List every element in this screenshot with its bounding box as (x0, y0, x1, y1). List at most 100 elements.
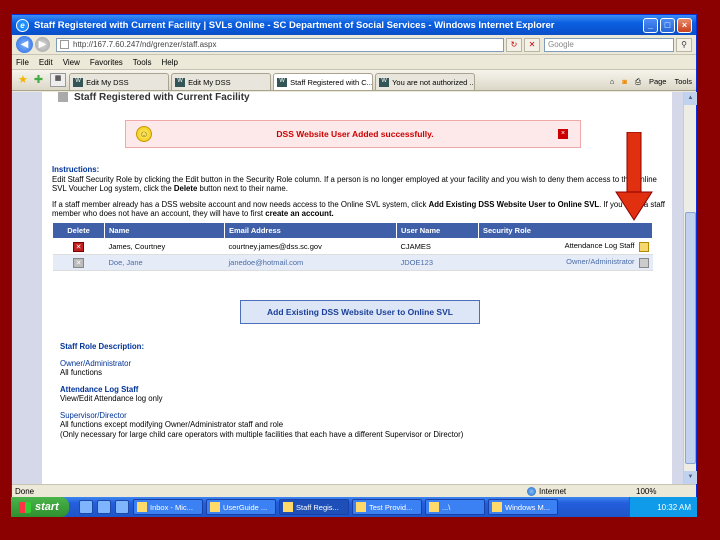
tab-page-icon: W (277, 77, 288, 87)
scroll-up-icon[interactable]: ▲ (684, 92, 697, 105)
zoom-level[interactable]: 100% (636, 487, 656, 496)
tab-staff-registered[interactable]: W Staff Registered with C... × (273, 73, 374, 90)
role-description-heading: Staff Role Description: (60, 342, 145, 351)
tab-not-authorized[interactable]: W You are not authorized ... (375, 73, 476, 90)
create-account-link[interactable]: create an account. (265, 209, 333, 218)
page-title-text: Staff Registered with Current Facility (74, 92, 250, 103)
scroll-down-icon[interactable]: ▼ (684, 471, 697, 484)
search-icon[interactable]: ⚲ (676, 37, 692, 52)
taskbar: start Inbox - Mic... UserGuide ... Staff… (11, 497, 697, 517)
home-icon[interactable]: ⌂ (610, 77, 615, 86)
menu-help[interactable]: Help (161, 58, 177, 67)
task-label: Inbox - Mic... (150, 502, 193, 512)
outlook-icon (137, 502, 147, 512)
add-existing-user-button[interactable]: Add Existing DSS Website User to Online … (240, 300, 480, 324)
task-label: Test Provid... (369, 502, 413, 512)
favorites-star-icon[interactable]: ★ (18, 73, 28, 86)
quicklaunch-outlook-icon[interactable] (115, 500, 129, 514)
role-descriptions: Staff Role Description: Owner/Administra… (60, 342, 660, 439)
content-area: Staff Registered with Current Facility ☺… (12, 92, 684, 484)
delete-icon[interactable]: ✕ (73, 241, 84, 252)
name-cell: James, Courtney (104, 238, 225, 255)
tab-edit-my-dss-2[interactable]: W Edit My DSS (171, 73, 272, 90)
tab-label: Staff Registered with C... (290, 77, 373, 87)
menu-edit[interactable]: Edit (39, 58, 53, 67)
task-label: Windows M... (505, 502, 551, 512)
page: Staff Registered with Current Facility ☺… (42, 92, 672, 484)
windows-flag-icon (19, 501, 31, 513)
vertical-scrollbar[interactable]: ▲ ▼ (683, 92, 697, 484)
role-supervisor-note: (Only necessary for large child care ope… (60, 429, 464, 439)
tab-edit-my-dss-1[interactable]: W Edit My DSS (69, 73, 170, 90)
header-email: Email Address (224, 222, 397, 239)
role-supervisor-title: Supervisor/Director (60, 410, 127, 420)
table-header-row: Delete Name Email Address User Name Secu… (52, 222, 653, 239)
role-owner-title: Owner/Administrator (60, 358, 132, 368)
window-title: Staff Registered with Current Facility |… (34, 19, 555, 31)
system-tray: 10:32 AM (629, 497, 697, 517)
print-icon[interactable]: ⎙ (635, 77, 641, 87)
username-cell: CJAMES (396, 238, 479, 255)
role-text: Attendance Log Staff (564, 241, 635, 251)
taskbar-item-folder[interactable]: ...\ (425, 499, 485, 515)
menu-tools[interactable]: Tools (133, 58, 152, 67)
tab-label: Edit My DSS (86, 77, 129, 87)
maximize-button[interactable]: □ (660, 17, 675, 33)
taskbar-item-inbox[interactable]: Inbox - Mic... (133, 499, 203, 515)
edit-icon[interactable] (638, 241, 649, 252)
page-icon (60, 40, 69, 49)
search-input[interactable]: Google (544, 37, 674, 52)
menu-view[interactable]: View (63, 58, 80, 67)
message-close-icon[interactable]: × (558, 129, 568, 139)
url-field[interactable]: http://167.7.60.247/nd/grenzer/staff.asp… (56, 37, 504, 52)
start-button[interactable]: start (11, 497, 69, 517)
back-button[interactable]: ◀ (16, 36, 33, 53)
delete-cell: ✕ (52, 238, 105, 255)
edit-icon (638, 257, 649, 268)
taskbar-item-windows-media[interactable]: Windows M... (488, 499, 558, 515)
instructions-heading: Instructions: (52, 165, 100, 174)
scroll-thumb[interactable] (685, 212, 696, 464)
message-text: DSS Website User Added successfully. (276, 129, 434, 139)
close-button[interactable]: × (677, 17, 692, 33)
quicklaunch-ie-icon[interactable] (79, 500, 93, 514)
tab-page-icon: W (379, 77, 390, 87)
status-text: Done (15, 486, 35, 496)
add-favorite-icon[interactable]: ✚ (34, 73, 43, 86)
red-arrow-annotation (615, 132, 653, 221)
role-text: Owner/Administrator (566, 257, 635, 267)
menu-favorites[interactable]: Favorites (90, 58, 123, 67)
stop-button[interactable]: ✕ (524, 37, 540, 52)
username-cell: JDOE123 (396, 254, 479, 271)
tools-menu[interactable]: Tools (674, 77, 692, 86)
header-delete: Delete (52, 222, 105, 239)
minimize-button[interactable]: _ (643, 17, 658, 33)
role-cell: Attendance Log Staff (478, 238, 653, 255)
tab-label: You are not authorized ... (392, 77, 476, 87)
header-security-role: Security Role (478, 222, 653, 239)
document-icon (210, 502, 220, 512)
forward-button[interactable]: ▶ (35, 37, 50, 52)
quick-tabs-icon[interactable]: ▦ (50, 73, 67, 87)
name-cell: Doe, Jane (104, 254, 225, 271)
browser-window: e Staff Registered with Current Facility… (11, 14, 697, 497)
instructions-paragraph-2: If a staff member already has a DSS webs… (52, 200, 667, 219)
refresh-button[interactable]: ↻ (506, 37, 522, 52)
menu-file[interactable]: File (16, 58, 29, 67)
feeds-icon[interactable]: ◙ (622, 77, 627, 86)
taskbar-item-staff-registered[interactable]: Staff Regis... (279, 499, 349, 515)
arrow-shaft (626, 132, 642, 195)
header-username: User Name (396, 222, 479, 239)
quicklaunch-desktop-icon[interactable] (97, 500, 111, 514)
taskbar-item-userguide[interactable]: UserGuide ... (206, 499, 276, 515)
globe-icon (527, 486, 536, 496)
smiley-icon: ☺ (136, 126, 152, 142)
role-cell: Owner/Administrator (478, 254, 653, 271)
instructions-text: button next to their name. (197, 184, 288, 193)
page-menu[interactable]: Page (649, 77, 667, 86)
ie-icon (356, 502, 366, 512)
taskbar-item-test-provider[interactable]: Test Provid... (352, 499, 422, 515)
url-text: http://167.7.60.247/nd/grenzer/staff.asp… (73, 40, 217, 49)
command-bar: ⌂ ◙ ⎙ Page Tools (602, 73, 696, 90)
tab-bar: ★ ✚ ▦ W Edit My DSS W Edit My DSS W Staf… (12, 70, 696, 91)
